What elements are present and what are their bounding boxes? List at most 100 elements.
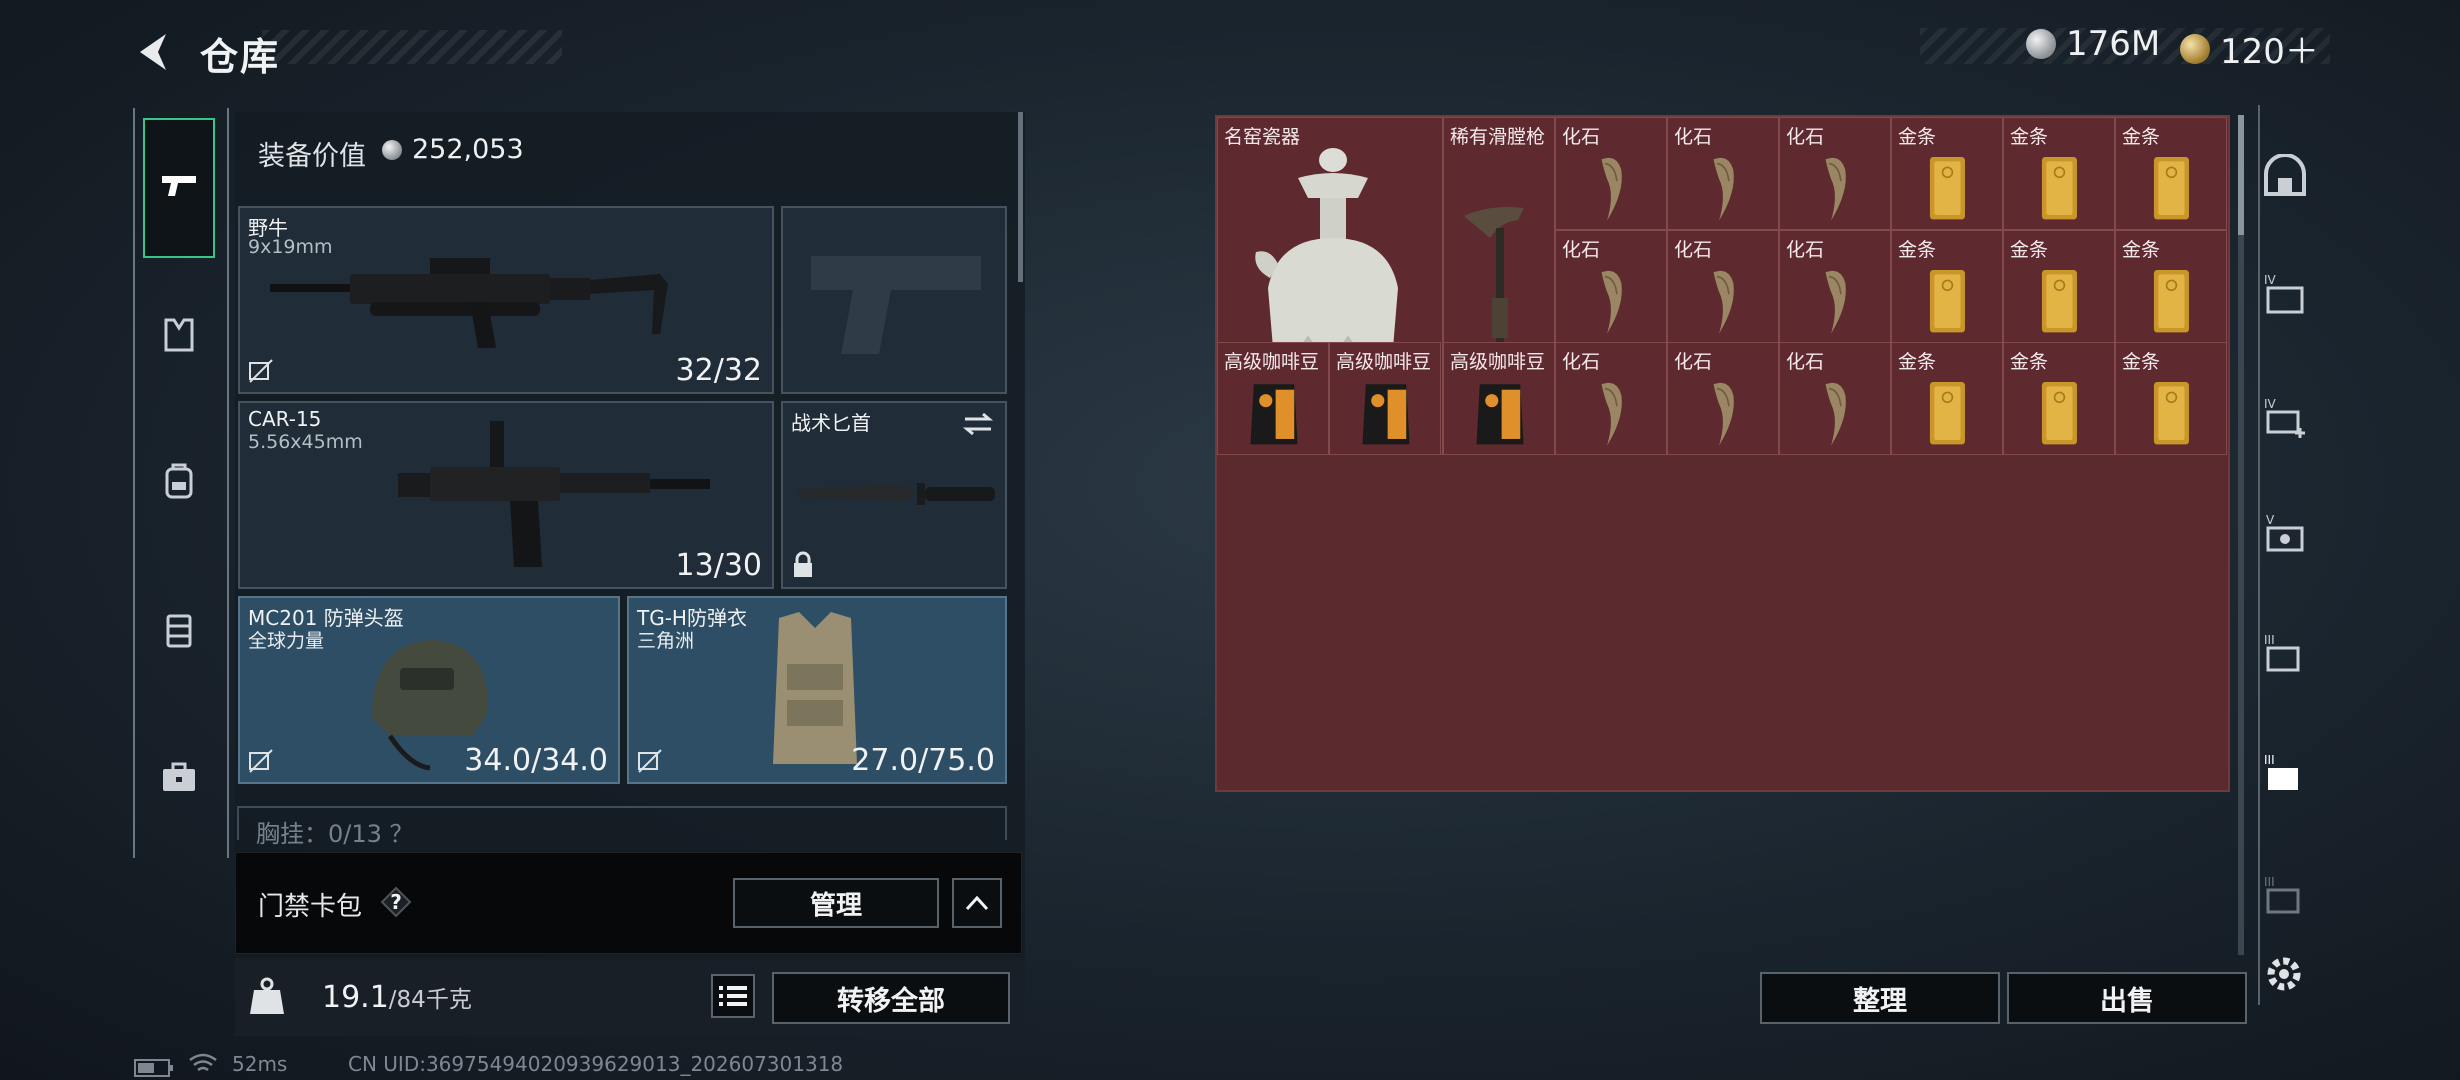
grid-scroll-thumb[interactable] [2238,115,2244,235]
gold-image [2041,382,2077,445]
fossil-image [1713,383,1734,446]
helmet-slot[interactable]: MC201 防弹头盔 全球力量 34.0/34.0 [238,596,620,784]
no-insure-icon [638,749,662,773]
battery-icon [134,1059,173,1077]
item-gold[interactable]: 金条 [2003,342,2115,456]
pistol-icon[interactable] [158,166,200,208]
sell-button[interactable]: 出售 [2007,972,2247,1024]
list-view-button[interactable] [711,974,755,1018]
primary-weapon-slot[interactable]: 野牛 9x19mm 32/32 [238,206,774,394]
secondary-weapon-slot[interactable]: CAR-15 5.56x45mm 13/30 [238,401,774,589]
item-gold[interactable]: 金条 [2003,117,2115,230]
page-title: 仓库 [200,35,281,79]
stash-page-4-plus-icon[interactable]: IV [2262,394,2308,440]
expand-button[interactable] [952,878,1002,928]
slot-brand: 三角洲 [637,630,695,652]
svg-text:IV: IV [2264,397,2277,411]
list-icon [719,986,747,1006]
gold-currency[interactable]: 120＋ [2180,24,2319,73]
manage-button[interactable]: 管理 [733,878,939,928]
ammo-count: 32/32 [675,353,762,388]
back-arrow-icon[interactable] [132,30,176,74]
stash-page-3-icon[interactable]: III [2262,630,2308,676]
knife-image [797,483,995,505]
item-label: 名窑瓷器 [1224,126,1301,148]
item-fossil[interactable]: 化石 [1779,117,1891,230]
gold-coin-icon [2180,33,2210,64]
item-coffee[interactable]: 高级咖啡豆 [1443,342,1555,456]
item-label: 化石 [1674,126,1713,148]
coffee-image [1362,384,1410,445]
stash-page-3-active-icon[interactable]: III [2262,750,2308,796]
fossil-image [1601,383,1622,446]
silver-currency: 176M [2026,24,2160,64]
stash-page-4-icon[interactable]: IV [2262,270,2308,316]
settings-icon[interactable] [2262,952,2306,996]
safe-icon[interactable] [2262,154,2308,200]
loadout-scrollbar[interactable] [1018,112,1023,282]
uid-text: CN UID:36975494020939629013_202607301318 [348,1052,844,1076]
item-fossil[interactable]: 化石 [1667,229,1779,343]
title-stripes [262,30,562,64]
item-gold[interactable]: 金条 [2003,229,2115,343]
fossil-image [1713,157,1734,221]
gold-image [2153,382,2189,445]
svg-text:III: III [2264,633,2275,647]
slot-name: CAR-15 [248,407,322,431]
container-icon[interactable] [158,608,200,650]
rifle-image [398,421,710,567]
armor-image [773,612,857,764]
weight-icon [250,977,284,1014]
item-gold[interactable]: 金条 [2115,117,2227,230]
item-fossil[interactable]: 化石 [1555,229,1667,343]
help-glyph: ? [390,890,402,914]
item-fossil[interactable]: 化石 [1555,117,1667,230]
sort-button[interactable]: 整理 [1760,972,2000,1024]
item-fossil[interactable]: 化石 [1779,342,1891,456]
item-coffee[interactable]: 高级咖啡豆 [1217,342,1329,456]
melee-slot[interactable]: 战术匕首 [781,401,1007,589]
item-gold[interactable]: 金条 [1891,229,2003,343]
item-label: 金条 [1898,126,1937,148]
item-gold[interactable]: 金条 [1891,342,2003,456]
item-fossil[interactable]: 化石 [1667,342,1779,456]
stash-page-5-icon[interactable]: V [2262,510,2308,556]
durability: 27.0/75.0 [851,743,995,778]
swap-icon[interactable] [961,411,995,437]
backpack-icon[interactable] [158,460,200,502]
gold-amount: 120＋ [2220,32,2319,72]
grid-scrollbar[interactable] [2238,115,2244,955]
item-gold[interactable]: 金条 [2115,342,2227,456]
item-label: 金条 [1898,238,1937,261]
lock-icon [794,551,812,577]
sidearm-slot[interactable] [781,206,1007,394]
item-coffee[interactable]: 高级咖啡豆 [1329,342,1441,456]
item-gold[interactable]: 金条 [1891,117,2003,230]
svg-text:IV: IV [2264,273,2277,287]
gold-image [2041,157,2077,220]
coffee-image [1476,384,1524,445]
svg-text:V: V [2266,513,2275,527]
item-label: 化石 [1786,126,1825,148]
chevron-up-icon [965,895,989,911]
item-gold[interactable]: 金条 [2115,229,2227,343]
no-insure-icon [249,749,273,773]
briefcase-icon[interactable] [158,756,200,798]
equip-value-label: 装备价值 [258,141,366,172]
fossil-image [1825,383,1846,446]
item-label: 化石 [1674,238,1713,261]
item-label: 化石 [1562,238,1601,261]
item-fossil[interactable]: 化石 [1555,342,1667,456]
item-fossil[interactable]: 化石 [1667,117,1779,230]
transfer-all-button[interactable]: 转移全部 [772,972,1010,1024]
stash-page-3-locked-icon[interactable]: III [2262,872,2308,918]
help-icon[interactable]: ? [380,886,412,918]
chest-rig-label: 胸挂：0/13 ？ [256,820,414,848]
item-label: 金条 [2010,126,2049,148]
fossil-image [1601,270,1622,334]
vest-icon[interactable] [158,314,200,356]
armor-slot[interactable]: TG-H防弹衣 三角洲 27.0/75.0 [627,596,1007,784]
item-fossil[interactable]: 化石 [1779,229,1891,343]
item-label: 化石 [1562,126,1601,148]
fossil-image [1825,157,1846,221]
